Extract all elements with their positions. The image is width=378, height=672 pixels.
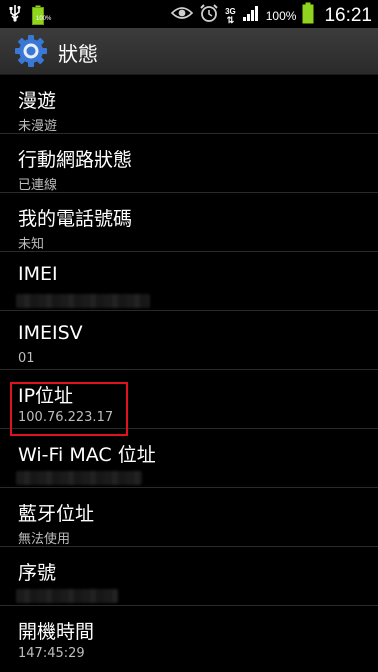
status-bar: 100% 3G ⇅ 100% 16:21 — [0, 0, 378, 28]
list-item-mobile-network-state[interactable]: 行動網路狀態 已連線 — [0, 134, 378, 193]
list-item-wifi-mac-address[interactable]: Wi-Fi MAC 位址 — [0, 429, 378, 488]
item-summary: 無法使用 — [18, 532, 71, 547]
redacted-value — [16, 589, 118, 603]
item-title: 行動網路狀態 — [18, 149, 133, 171]
item-title: Wi-Fi MAC 位址 — [18, 444, 156, 466]
signal-strength-icon — [242, 4, 260, 27]
list-item-bluetooth-address[interactable]: 藍牙位址 無法使用 — [0, 488, 378, 547]
item-title: 開機時間 — [18, 621, 95, 643]
list-item-roaming[interactable]: 漫遊 未漫遊 — [0, 75, 378, 134]
list-item-imeisv[interactable]: IMEISV 01 — [0, 311, 378, 370]
item-title: 我的電話號碼 — [18, 208, 133, 230]
status-bar-left: 100% — [8, 4, 52, 26]
item-title: 藍牙位址 — [18, 503, 95, 525]
battery-icon — [302, 2, 314, 29]
redacted-value — [16, 294, 150, 308]
battery-percent-label: 100% — [265, 8, 297, 23]
battery-small-icon: 100% — [32, 5, 52, 25]
action-bar: 狀態 — [0, 28, 378, 75]
item-title: 序號 — [18, 562, 57, 584]
item-summary: 147:45:29 — [18, 646, 85, 661]
item-summary: 未漫遊 — [18, 119, 58, 134]
item-title: IMEI — [18, 263, 58, 285]
highlight-annotation — [10, 382, 128, 436]
settings-gear-icon[interactable] — [14, 34, 48, 68]
status-bar-right: 3G ⇅ 100% 16:21 — [170, 2, 372, 29]
alarm-clock-icon — [199, 3, 219, 28]
usb-icon — [8, 4, 22, 26]
redacted-value — [16, 471, 142, 485]
list-item-uptime[interactable]: 開機時間 147:45:29 — [0, 606, 378, 665]
list-item-serial-number[interactable]: 序號 — [0, 547, 378, 606]
item-summary: 未知 — [18, 237, 45, 252]
status-list: 漫遊 未漫遊 行動網路狀態 已連線 我的電話號碼 未知 IMEI IMEISV … — [0, 75, 378, 665]
battery-small-label: 100% — [36, 16, 52, 22]
page-title: 狀態 — [58, 42, 98, 66]
item-summary: 01 — [18, 351, 35, 366]
eye-icon — [170, 5, 194, 26]
list-item-phone-number[interactable]: 我的電話號碼 未知 — [0, 193, 378, 252]
list-item-imei[interactable]: IMEI — [0, 252, 378, 311]
clock-label: 16:21 — [324, 4, 372, 26]
item-title: IMEISV — [18, 322, 83, 344]
item-title: 漫遊 — [18, 90, 57, 112]
network-type-icon: 3G ⇅ — [225, 6, 236, 25]
item-summary: 已連線 — [18, 178, 58, 193]
